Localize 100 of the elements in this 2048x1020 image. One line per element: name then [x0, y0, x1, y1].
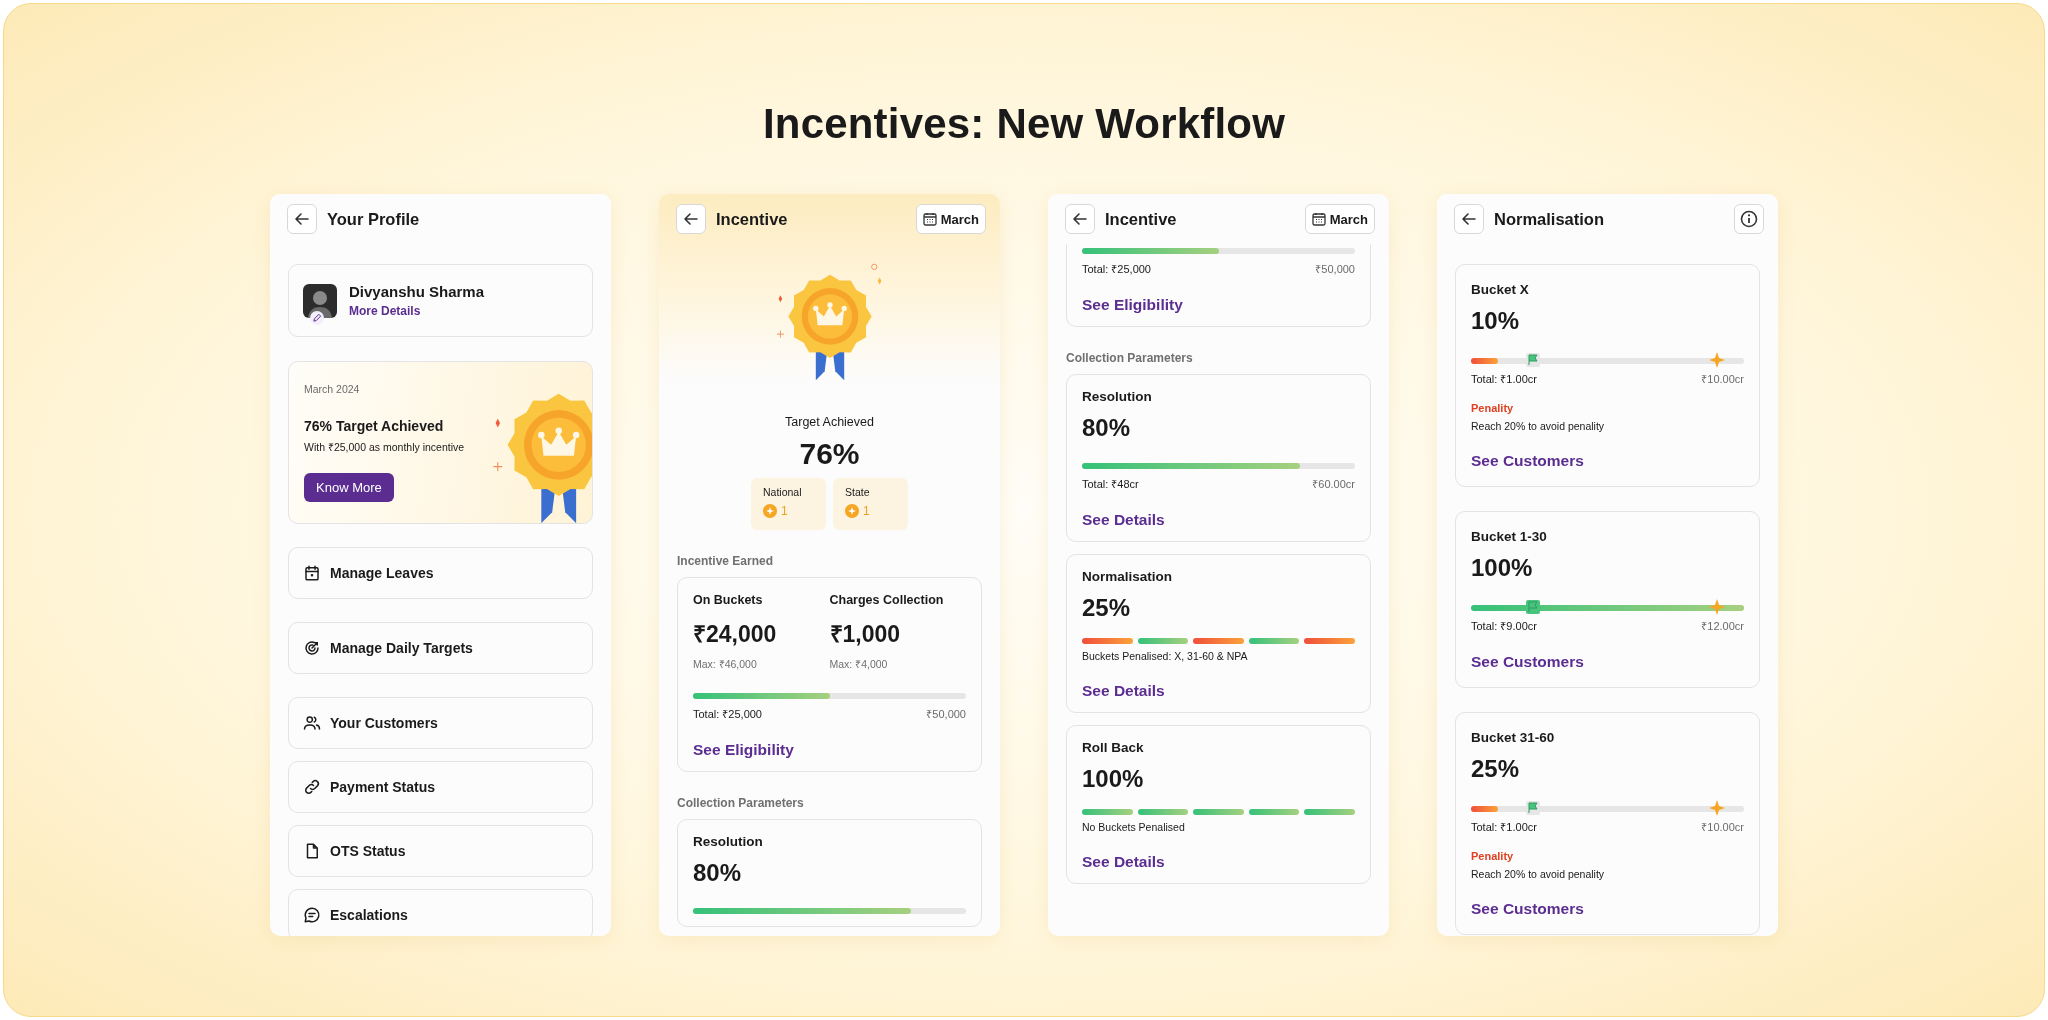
screen-title: Your Profile — [327, 209, 421, 229]
flag-icon — [1525, 600, 1540, 614]
screen-title: Normalisation — [1494, 209, 1606, 229]
details-link[interactable]: See Details — [1082, 853, 1165, 871]
banner-subtext: With ₹25,000 as monthly incentive — [304, 440, 465, 454]
profile-card[interactable]: Divyanshu Sharma More Details — [288, 264, 593, 337]
bucket-label: Bucket 31-60 — [1471, 730, 1556, 745]
section-label: Collection Parameters — [677, 796, 805, 810]
penalty-label: Penality — [1471, 850, 1515, 862]
max-text: ₹50,000 — [1315, 262, 1355, 276]
link-icon — [303, 778, 321, 796]
menu-item[interactable]: OTS Status — [288, 825, 593, 877]
avatar — [303, 283, 337, 318]
pencil-icon[interactable] — [312, 313, 322, 322]
page-title: Incentives: New Workflow — [762, 99, 1286, 149]
menu-label: Escalations — [330, 907, 408, 923]
people-icon — [303, 714, 321, 732]
total-text: Total: ₹48cr — [1082, 477, 1139, 491]
penalty-note: Buckets Penalised: X, 31-60 & NPA — [1082, 650, 1249, 662]
max-text: ₹50,000 — [926, 707, 966, 721]
amount-value: ₹1,000 — [829, 620, 902, 649]
banner-headline: 76% Target Achieved — [304, 418, 444, 434]
max-text: Max: ₹46,000 — [693, 657, 758, 671]
penalty-note: Reach 20% to avoid penality — [1471, 868, 1606, 880]
month-button[interactable]: March — [1304, 204, 1375, 234]
month-button[interactable]: March — [915, 204, 986, 234]
bucket-label: Bucket 1-30 — [1471, 529, 1548, 544]
penalty-note: No Buckets Penalised — [1082, 821, 1186, 833]
sparkle-icon — [1708, 800, 1725, 816]
percent-value: 25% — [1471, 755, 1521, 783]
back-arrow-icon — [1461, 211, 1477, 227]
section-label: Collection Parameters — [1066, 351, 1194, 365]
max-text: ₹12.00cr — [1701, 619, 1744, 633]
details-link[interactable]: See Customers — [1471, 653, 1584, 671]
total-text: Total: ₹9.00cr — [1471, 619, 1537, 633]
target-icon — [303, 639, 321, 657]
menu-item[interactable]: Manage Leaves — [288, 547, 593, 599]
details-link[interactable]: See Customers — [1471, 900, 1584, 918]
details-link[interactable]: See Eligibility — [1082, 296, 1183, 314]
bucket-label: Bucket X — [1471, 282, 1530, 297]
details-link[interactable]: See Details — [1082, 511, 1165, 529]
more-details-link[interactable]: More Details — [349, 304, 485, 318]
caption: Target Achieved — [785, 415, 874, 429]
menu-item[interactable]: Payment Status — [288, 761, 593, 813]
coin-icon — [845, 504, 859, 518]
screen-title: Incentive — [716, 209, 789, 229]
calendar-icon — [1311, 212, 1326, 226]
penalty-label: Penality — [1471, 402, 1515, 414]
details-link[interactable]: See Eligibility — [693, 741, 794, 759]
total-text: Total: ₹1.00cr — [1471, 372, 1537, 386]
back-button[interactable] — [676, 204, 706, 234]
back-arrow-icon — [1072, 211, 1088, 227]
period-label: March 2024 — [304, 383, 360, 395]
parameter-label: Resolution — [693, 834, 764, 849]
menu-label: OTS Status — [330, 843, 406, 859]
total-text: Total: ₹25,000 — [693, 707, 762, 721]
parameter-label: Normalisation — [1082, 569, 1174, 584]
menu-item[interactable]: Escalations — [288, 889, 593, 936]
menu-label: Payment Status — [330, 779, 436, 795]
total-text: Total: ₹1.00cr — [1471, 820, 1537, 834]
menu-item[interactable]: Manage Daily Targets — [288, 622, 593, 674]
menu-label: Your Customers — [330, 715, 438, 731]
parameter-label: Roll Back — [1082, 740, 1145, 755]
rank-value: 1 — [781, 504, 788, 518]
section-label: Incentive Earned — [677, 554, 775, 568]
item-label: Charges Collection — [829, 593, 945, 607]
percent-value: 80% — [693, 859, 743, 887]
menu-item[interactable]: Your Customers — [288, 697, 593, 749]
percent-value: 80% — [1082, 414, 1132, 442]
back-button[interactable] — [1454, 204, 1484, 234]
rank-value: 1 — [863, 504, 870, 518]
sparkle-icon — [1708, 599, 1725, 615]
know-more-button[interactable]: Know More — [304, 473, 394, 502]
amount-value: ₹24,000 — [693, 620, 778, 649]
screen-title: Incentive — [1105, 209, 1178, 229]
total-text: Total: ₹25,000 — [1082, 262, 1151, 276]
back-arrow-icon — [683, 211, 699, 227]
back-button[interactable] — [1065, 204, 1095, 234]
sparkle-icon — [1708, 352, 1725, 368]
item-label: On Buckets — [693, 593, 764, 607]
max-text: ₹60.00cr — [1312, 477, 1355, 491]
menu-label: Manage Leaves — [330, 565, 434, 581]
chat-icon — [303, 906, 321, 924]
percent-value: 10% — [1471, 307, 1521, 335]
percent-value: 100% — [1082, 765, 1145, 793]
back-arrow-icon — [294, 211, 310, 227]
rank-label: State — [845, 486, 871, 498]
calendar-icon — [922, 212, 937, 226]
percent-value: 25% — [1082, 594, 1132, 622]
back-button[interactable] — [287, 204, 317, 234]
parameter-label: Resolution — [1082, 389, 1153, 404]
details-link[interactable]: See Customers — [1471, 452, 1584, 470]
rank-label: National — [763, 486, 803, 498]
max-text: Max: ₹4,000 — [829, 657, 889, 671]
profile-name: Divyanshu Sharma — [349, 283, 485, 300]
max-text: ₹10.00cr — [1701, 820, 1744, 834]
coin-icon — [763, 504, 777, 518]
percent-value: 100% — [1471, 554, 1534, 582]
details-link[interactable]: See Details — [1082, 682, 1165, 700]
info-button[interactable] — [1734, 204, 1764, 234]
